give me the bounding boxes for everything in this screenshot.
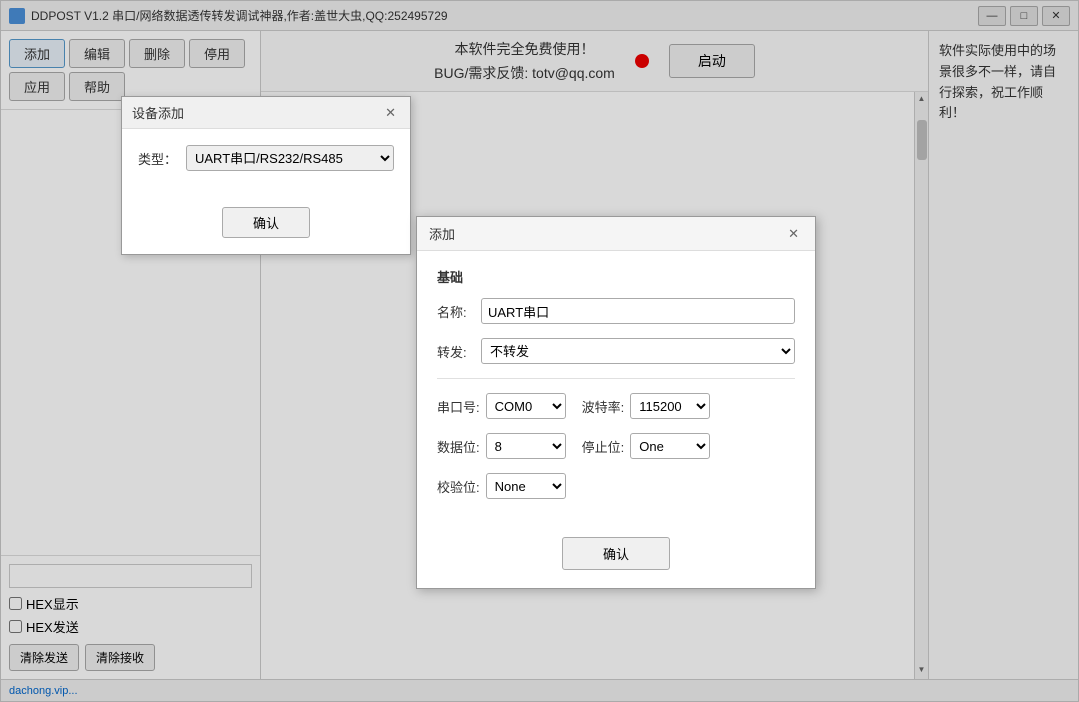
dialog-add-body: 基础 名称: 转发: 不转发 串口号: COM0 [417,251,815,529]
dialog-add-close[interactable]: ✕ [784,226,803,242]
forward-label: 转发: [437,342,481,361]
type-select[interactable]: UART串口/RS232/RS485 [186,145,394,171]
databits-stopbits-row: 数据位: 8 停止位: One [437,433,795,459]
forward-row: 转发: 不转发 [437,338,795,364]
dialog-add-title-bar: 添加 ✕ [417,217,815,251]
name-input[interactable] [481,298,795,324]
dialog-device-add: 设备添加 ✕ 类型： UART串口/RS232/RS485 确认 [121,96,411,255]
port-baud-row: 串口号: COM0 波特率: 115200 [437,393,795,419]
port-group: 串口号: COM0 [437,393,566,419]
port-select[interactable]: COM0 [486,393,566,419]
baud-label: 波特率: [582,397,625,416]
baud-group: 波特率: 115200 [582,393,711,419]
parity-select[interactable]: None [486,473,566,499]
type-label: 类型： [138,149,186,168]
dialog-add-title: 添加 [429,224,455,243]
port-label: 串口号: [437,397,480,416]
dialog-device-add-title-bar: 设备添加 ✕ [122,97,410,129]
dialog-add-footer: 确认 [417,529,815,588]
stopbits-group: 停止位: One [582,433,711,459]
section-basics: 基础 [437,267,795,286]
parity-group: 校验位: None [437,473,566,499]
add-confirm-button[interactable]: 确认 [562,537,670,570]
databits-label: 数据位: [437,437,480,456]
parity-label: 校验位: [437,477,480,496]
parity-row: 校验位: None [437,473,795,499]
device-add-confirm-button[interactable]: 确认 [222,207,310,238]
name-row: 名称: [437,298,795,324]
forward-select[interactable]: 不转发 [481,338,795,364]
dialog-device-add-body: 类型： UART串口/RS232/RS485 [122,129,410,199]
dialog-device-add-footer: 确认 [122,199,410,254]
main-window: DDPOST V1.2 串口/网络数据透传转发调试神器,作者:盖世大虫,QQ:2… [0,0,1079,702]
dialog-add-main: 添加 ✕ 基础 名称: 转发: 不转发 串口号: [416,216,816,589]
divider [437,378,795,379]
stopbits-select[interactable]: One [630,433,710,459]
baud-select[interactable]: 115200 [630,393,710,419]
name-label: 名称: [437,302,481,321]
dialog-device-add-title: 设备添加 [132,103,184,122]
databits-select[interactable]: 8 [486,433,566,459]
dialog-device-add-close[interactable]: ✕ [381,105,400,121]
type-field-row: 类型： UART串口/RS232/RS485 [138,145,394,171]
stopbits-label: 停止位: [582,437,625,456]
databits-group: 数据位: 8 [437,433,566,459]
